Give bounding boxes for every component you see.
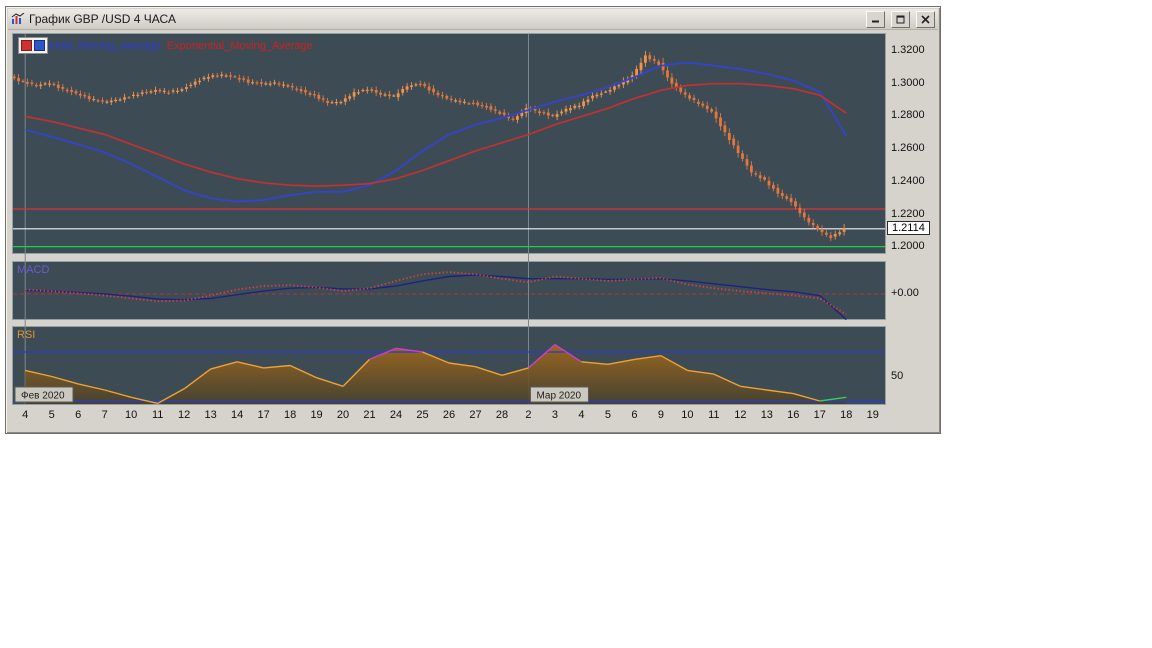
date-tick-label: 2 bbox=[525, 409, 532, 421]
date-tick-label: 3 bbox=[551, 409, 558, 421]
date-tick-label: 12 bbox=[734, 409, 747, 421]
macd-panel[interactable] bbox=[12, 261, 886, 320]
date-tick-label: 12 bbox=[178, 409, 191, 421]
price-tick-label: 1.3200 bbox=[891, 44, 925, 56]
chart-window[interactable]: График GBP /USD 4 ЧАСА Фев 2020 Мар 2020 … bbox=[5, 6, 941, 434]
svg-text:Фев 2020: Фев 2020 bbox=[21, 391, 65, 402]
date-tick-label: 5 bbox=[604, 409, 611, 421]
svg-text:Мар 2020: Мар 2020 bbox=[536, 391, 581, 402]
date-tick-label: 10 bbox=[681, 409, 694, 421]
date-tick-label: 28 bbox=[495, 409, 509, 421]
date-tick-label: 16 bbox=[787, 409, 800, 421]
date-tick-label: 19 bbox=[310, 409, 323, 421]
minimize-button[interactable] bbox=[866, 10, 885, 28]
date-tick-label: 27 bbox=[469, 409, 482, 421]
date-tick-label: 13 bbox=[204, 409, 217, 421]
date-tick-label: 6 bbox=[75, 409, 82, 421]
date-tick-label: 5 bbox=[48, 409, 55, 421]
date-tick-label: 14 bbox=[230, 409, 244, 421]
close-icon bbox=[921, 14, 930, 24]
month-marker: Фев 2020 bbox=[14, 386, 74, 403]
date-tick-label: 19 bbox=[866, 409, 879, 421]
price-axis[interactable]: 1.3200 1.3000 1.2800 1.2600 1.2400 1.2200 1.20… bbox=[886, 33, 938, 405]
date-tick-label: 10 bbox=[125, 409, 138, 421]
price-tick-label: 1.2400 bbox=[891, 174, 925, 187]
time-axis[interactable]: 4 5 6 7 10 11 12 13 14 17 18 19 20 21 24 25 26 27 28 2 3 4 5 6 9… bbox=[12, 408, 938, 424]
current-price-box: 1.2114 bbox=[887, 220, 930, 235]
date-tick-label: 7 bbox=[101, 409, 108, 421]
close-button[interactable] bbox=[916, 10, 935, 28]
price-tick-label: 1.2600 bbox=[891, 142, 925, 155]
price-panel[interactable] bbox=[12, 33, 886, 254]
titlebar[interactable]: График GBP /USD 4 ЧАСА bbox=[8, 9, 938, 30]
minimize-icon bbox=[872, 20, 879, 23]
price-tick-label: 1.3000 bbox=[891, 76, 925, 89]
date-tick-label: 24 bbox=[389, 409, 403, 421]
price-tick-label: 1.2000 bbox=[891, 240, 925, 253]
date-tick-label: 9 bbox=[657, 409, 664, 421]
date-tick-label: 4 bbox=[578, 409, 585, 421]
rsi-value-label: 50 bbox=[891, 369, 904, 382]
date-tick-label: 13 bbox=[760, 409, 773, 421]
date-tick-label: 17 bbox=[257, 409, 270, 421]
date-tick-label: 18 bbox=[840, 409, 853, 421]
maximize-button[interactable] bbox=[891, 10, 910, 28]
window-title: График GBP /USD 4 ЧАСА bbox=[29, 12, 176, 26]
month-marker: Мар 2020 bbox=[529, 386, 589, 403]
date-tick-label: 20 bbox=[336, 409, 350, 421]
date-tick-label: 26 bbox=[442, 409, 456, 421]
date-tick-label: 4 bbox=[22, 409, 29, 421]
date-tick-label: 21 bbox=[363, 409, 376, 421]
date-tick-label: 18 bbox=[283, 409, 297, 421]
date-tick-label: 11 bbox=[151, 409, 164, 421]
price-tick-label: 1.2200 bbox=[891, 207, 925, 220]
chart-svg[interactable]: Фев 2020 Мар 2020 bbox=[12, 33, 886, 405]
date-tick-label: 11 bbox=[708, 409, 720, 421]
maximize-icon bbox=[896, 15, 905, 23]
date-tick-label: 17 bbox=[813, 409, 826, 421]
macd-value-label: +0.00 bbox=[891, 287, 919, 299]
chart-area[interactable]: Фев 2020 Мар 2020 ential_Moving_Average E… bbox=[12, 33, 886, 405]
chart-icon bbox=[11, 13, 25, 25]
price-tick-label: 1.2800 bbox=[891, 109, 925, 122]
date-tick-label: 25 bbox=[416, 409, 429, 421]
date-tick-label: 6 bbox=[631, 409, 638, 421]
